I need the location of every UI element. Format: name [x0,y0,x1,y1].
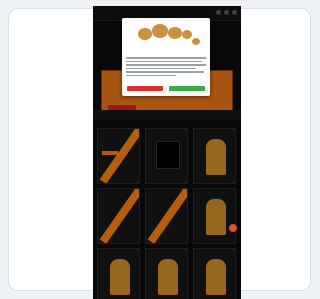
text-line [126,57,206,59]
cookie-shape [182,30,192,39]
text-line [126,67,196,69]
decline-cookies-button[interactable] [127,86,163,91]
text-line [126,74,176,76]
cookie-shape [152,24,168,38]
cookie-shape [192,38,200,45]
cookie-consent-modal [122,18,210,96]
cookie-shape [138,28,152,40]
chat-bubble-icon[interactable] [229,224,237,232]
accept-cookies-button[interactable] [169,86,205,91]
text-line [126,71,204,73]
text-line [126,64,206,66]
text-line [126,60,202,62]
cookie-shape [168,27,182,39]
cookies-image [122,18,210,50]
cookie-modal-body [126,57,206,78]
